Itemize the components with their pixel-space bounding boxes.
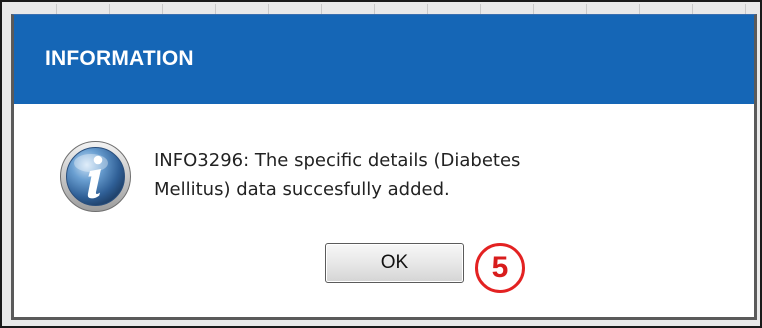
dialog-titlebar[interactable]: INFORMATION [14, 15, 754, 104]
dialog-title: INFORMATION [45, 47, 194, 70]
message-line: INFO3296: The specific details (Diabetes [154, 150, 521, 171]
dialog-message: INFO3296: The specific details (Diabetes… [154, 146, 714, 204]
message-line: Mellitus) data succesfully added. [154, 179, 450, 200]
information-dialog: INFORMATION INFO3296: The specific detai… [11, 14, 757, 320]
info-icon [60, 141, 131, 212]
ok-button[interactable]: OK [325, 243, 464, 283]
step-number-badge: 5 [475, 243, 525, 293]
